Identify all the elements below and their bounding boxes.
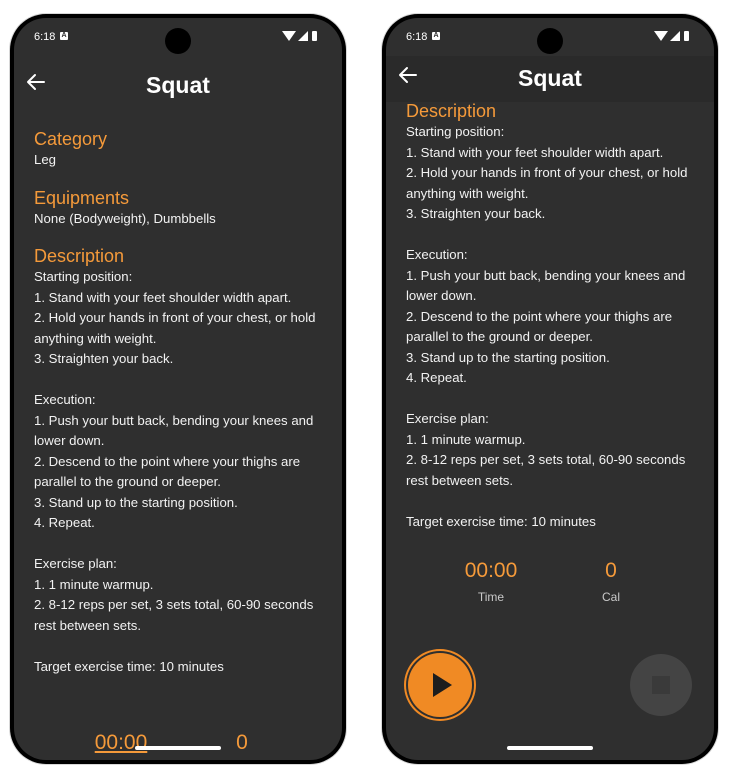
description-line: 1. 1 minute warmup. xyxy=(406,431,526,447)
time-label: Time xyxy=(477,590,505,604)
status-bar: 6:18 A xyxy=(14,18,342,56)
equipments-section: Equipments None (Bodyweight), Dumbbells xyxy=(34,187,328,230)
category-text: Leg xyxy=(34,152,57,167)
description-line: 2. Descend to the point where your thigh… xyxy=(34,453,301,490)
status-icons xyxy=(654,31,698,43)
calories-display: 0 Cal xyxy=(591,558,631,605)
app-bar: Squat xyxy=(14,60,342,108)
exercise-details-scrolled: Description Starting position: 1. Stand w… xyxy=(406,100,700,548)
signal-icon xyxy=(670,31,680,41)
description-line: Target exercise time: 10 minutes xyxy=(406,513,596,529)
description-line: Starting position: xyxy=(406,124,505,139)
status-icons xyxy=(282,31,326,43)
page-title: Squat xyxy=(518,65,582,91)
gesture-nav-bar[interactable] xyxy=(507,746,593,750)
time-display: 00:00 xyxy=(76,730,166,756)
status-bar: 6:18 A xyxy=(386,18,714,56)
description-line: Execution: xyxy=(34,392,96,407)
description-line: 3. Stand up to the starting position. xyxy=(34,494,238,510)
description-line: 4. Repeat. xyxy=(34,515,95,530)
camera-cutout xyxy=(165,28,191,54)
screen-right: 6:18 A Description Starting position: 1. … xyxy=(386,18,714,760)
stop-button[interactable] xyxy=(630,654,692,716)
description-text: Starting position: 1. Stand with your fee… xyxy=(406,122,700,532)
calories-display: 0 xyxy=(222,730,262,756)
time-value: 00:00 xyxy=(94,731,148,754)
description-title: Description xyxy=(34,246,125,266)
play-icon xyxy=(433,673,452,697)
description-line: Target exercise time: 10 minutes xyxy=(34,658,224,674)
status-time: 6:18 xyxy=(406,31,428,43)
notification-icon: A xyxy=(432,32,440,40)
description-line: Starting position: xyxy=(34,269,133,284)
description-line: Exercise plan: xyxy=(406,411,489,426)
description-line: 3. Straighten your back. xyxy=(406,206,546,221)
description-section: Description Starting position: 1. Stand w… xyxy=(406,100,700,532)
description-line: 1. Stand with your feet shoulder width a… xyxy=(34,289,292,305)
camera-cutout xyxy=(537,28,563,54)
category-section: Category Leg xyxy=(34,128,328,171)
wifi-icon xyxy=(282,31,296,41)
description-line: 4. Repeat. xyxy=(406,370,467,385)
status-time: 6:18 xyxy=(34,31,56,43)
page-title: Squat xyxy=(146,72,210,98)
description-line: 1. Stand with your feet shoulder width a… xyxy=(406,144,664,160)
description-line: 2. Descend to the point where your thigh… xyxy=(406,308,673,345)
signal-icon xyxy=(298,31,308,41)
description-title: Description xyxy=(406,101,497,121)
description-line: 2. 8-12 reps per set, 3 sets total, 60-9… xyxy=(34,597,314,633)
description-line: 2. 8-12 reps per set, 3 sets total, 60-9… xyxy=(406,452,686,488)
category-title: Category xyxy=(34,129,108,149)
description-line: Execution: xyxy=(406,247,468,262)
calories-value: 0 xyxy=(605,559,617,582)
app-bar: Squat xyxy=(386,56,714,102)
phone-frame-left: 6:18 A Squat Category Leg Equipments Non… xyxy=(10,14,346,764)
time-value: 00:00 xyxy=(464,559,518,582)
play-button[interactable] xyxy=(408,653,472,717)
equipments-text: None (Bodyweight), Dumbbells xyxy=(34,210,216,226)
gesture-nav-bar[interactable] xyxy=(135,746,221,750)
description-line: 2. Hold your hands in front of your ches… xyxy=(406,165,688,201)
wifi-icon xyxy=(654,31,668,41)
description-line: 2. Hold your hands in front of your ches… xyxy=(34,310,316,346)
exercise-details: Category Leg Equipments None (Bodyweight… xyxy=(34,128,328,693)
description-section: Description Starting position: 1. Stand w… xyxy=(34,245,328,677)
phone-frame-right: 6:18 A Description Starting position: 1. … xyxy=(382,14,718,764)
notification-icon: A xyxy=(60,32,68,40)
equipments-title: Equipments xyxy=(34,187,130,208)
battery-icon xyxy=(312,31,317,41)
battery-icon xyxy=(684,31,689,41)
calories-value: 0 xyxy=(236,731,248,754)
stop-icon xyxy=(652,676,670,694)
description-line: 1. Push your butt back, bending your kne… xyxy=(406,267,686,304)
description-line: 1. Push your butt back, bending your kne… xyxy=(34,412,314,449)
screen-left: 6:18 A Squat Category Leg Equipments Non… xyxy=(14,18,342,760)
description-line: 1. 1 minute warmup. xyxy=(34,576,154,592)
calories-label: Cal xyxy=(601,590,620,604)
time-display: 00:00 Time xyxy=(446,558,536,605)
description-text: Starting position: 1. Stand with your fee… xyxy=(34,267,328,677)
description-line: 3. Stand up to the starting position. xyxy=(406,349,610,365)
description-line: 3. Straighten your back. xyxy=(34,351,174,366)
description-line: Exercise plan: xyxy=(34,556,117,571)
